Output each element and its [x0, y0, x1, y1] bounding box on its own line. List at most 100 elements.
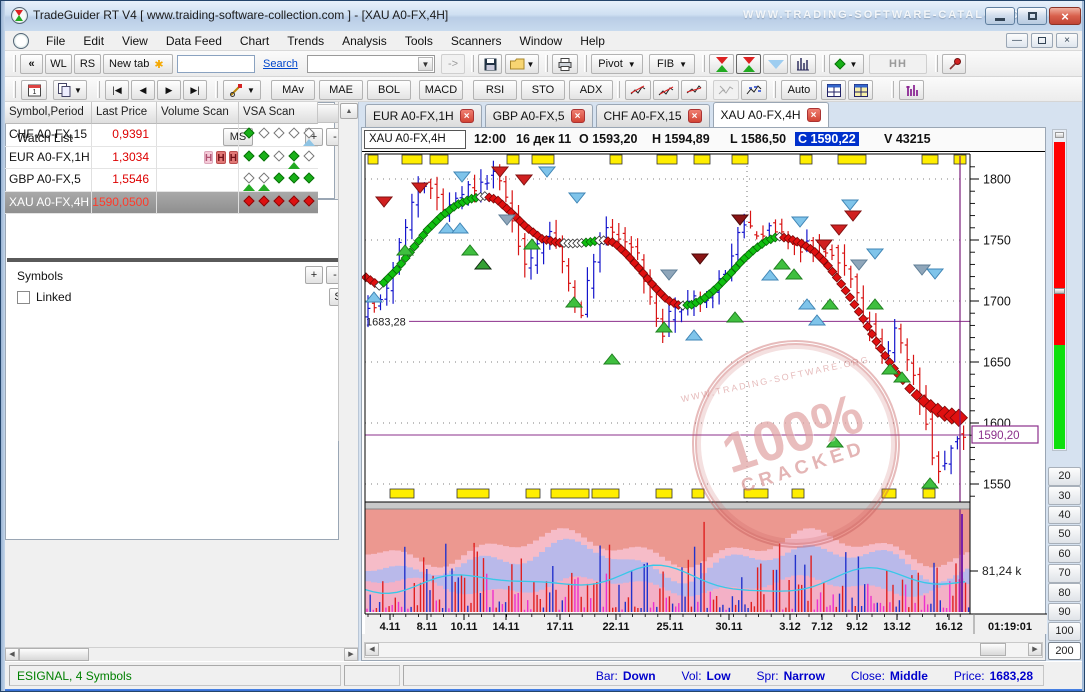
studies-settings-button[interactable]: ▼	[223, 80, 261, 100]
menu-item-edit[interactable]: Edit	[74, 32, 113, 50]
price-chart[interactable]: 1683,281800175017001650160015501590,2081…	[362, 152, 1047, 634]
grid-report-button[interactable]	[848, 80, 873, 100]
calendar-button[interactable]: 1	[21, 80, 47, 100]
indicator-macd-button[interactable]: MACD	[419, 80, 463, 100]
save-button[interactable]	[478, 54, 502, 74]
symbol-add-button[interactable]: +	[305, 266, 323, 284]
tab-close-icon[interactable]: ×	[688, 109, 702, 123]
collapse-panel-button[interactable]: «	[20, 54, 43, 74]
minimize-button[interactable]	[985, 7, 1015, 25]
copy-chart-button[interactable]: ▼	[53, 80, 87, 100]
bars-30-button[interactable]: 30	[1048, 486, 1081, 505]
histogram-tool-button[interactable]	[790, 54, 816, 74]
toolbar-grip[interactable]	[891, 81, 894, 98]
prev-bar-button[interactable]: ◀	[131, 80, 155, 100]
bars-50-button[interactable]: 50	[1048, 525, 1081, 544]
bars-200-button[interactable]: 200	[1048, 642, 1081, 661]
tab-chf-a0-fx-15[interactable]: CHF A0-FX,15×	[596, 104, 710, 127]
toolbar-grip[interactable]	[13, 81, 16, 98]
scrollbar-thumb[interactable]	[980, 643, 1006, 656]
mdi-close-button[interactable]: ×	[1056, 33, 1078, 48]
table-row[interactable]: CHF A0-FX,150,9391	[5, 124, 318, 147]
toolbar-grip[interactable]	[822, 55, 825, 72]
last-bar-button[interactable]: ▶|	[183, 80, 207, 100]
tab-close-icon[interactable]: ×	[571, 109, 585, 123]
watchlist-hscrollbar[interactable]: ◀ ▶	[5, 647, 358, 661]
fib-button[interactable]: FIB▼	[649, 54, 695, 74]
search-combobox[interactable]: ▼	[307, 55, 435, 73]
tab-gbp-a0-fx-5[interactable]: GBP A0-FX,5×	[485, 104, 593, 127]
toolbar-grip[interactable]	[471, 55, 474, 72]
new-tab-button[interactable]: New tab✱	[103, 54, 173, 74]
bars-100-button[interactable]: 100	[1048, 622, 1081, 641]
title-bar[interactable]: TradeGuider RT V4 [ www.traiding-softwar…	[1, 1, 1085, 31]
chart-symbol-box[interactable]: XAU A0-FX,4H	[364, 130, 466, 149]
restore-button[interactable]	[1017, 7, 1047, 25]
bars-70-button[interactable]: 70	[1048, 564, 1081, 583]
diamond-signal-button[interactable]: ▼	[829, 54, 864, 74]
menu-item-window[interactable]: Window	[511, 32, 572, 50]
bars-80-button[interactable]: 80	[1048, 583, 1081, 602]
table-row[interactable]: EUR A0-FX,1H1,3034HHH	[5, 147, 318, 170]
signals-flag-button[interactable]	[736, 54, 761, 74]
tab-eur-a0-fx-1h[interactable]: EUR A0-FX,1H×	[365, 104, 482, 127]
indicator-sto-button[interactable]: STO	[521, 80, 565, 100]
minor-signals-button[interactable]	[763, 54, 788, 74]
menu-item-data-feed[interactable]: Data Feed	[157, 32, 231, 50]
next-bar-button[interactable]: ▶	[157, 80, 181, 100]
chevron-down-icon[interactable]: ▼	[418, 57, 433, 71]
tab-xau-a0-fx-4h[interactable]: XAU A0-FX,4H×	[713, 102, 829, 127]
menu-item-file[interactable]: File	[37, 32, 74, 50]
app-menu-icon[interactable]	[13, 33, 29, 49]
trend-tool-1-button[interactable]	[625, 80, 651, 100]
scroll-left-icon[interactable]: ◀	[365, 643, 379, 656]
zigzag-tool-button[interactable]	[741, 80, 767, 100]
chart-hscrollbar[interactable]: ◀ ▶	[364, 642, 1043, 658]
signals-all-button[interactable]	[709, 54, 734, 74]
indicator-adx-button[interactable]: ADX	[569, 80, 613, 100]
table-vscrollbar[interactable]: ▲	[338, 102, 358, 441]
toolbar-grip[interactable]	[215, 81, 218, 98]
open-layout-button[interactable]: ▼	[505, 54, 539, 74]
trend-strength-bar[interactable]	[1052, 129, 1067, 451]
close-button[interactable]: ×	[1049, 7, 1081, 25]
bars-60-button[interactable]: 60	[1048, 545, 1081, 564]
column-header[interactable]: VSA Scan	[239, 102, 318, 124]
linked-checkbox[interactable]	[17, 291, 30, 304]
scroll-right-icon[interactable]: ▶	[1028, 643, 1042, 656]
hh-grid-button[interactable]: HH	[869, 54, 927, 74]
scroll-right-icon[interactable]: ▶	[344, 648, 358, 661]
trend-tool-3-button[interactable]	[681, 80, 707, 100]
toolbar-grip[interactable]	[702, 55, 705, 72]
menu-item-help[interactable]: Help	[571, 32, 614, 50]
bars-90-button[interactable]: 90	[1048, 603, 1081, 622]
trend-tool-2-button[interactable]	[653, 80, 679, 100]
indicator-rsi-button[interactable]: RSI	[473, 80, 517, 100]
grid-view-button[interactable]	[821, 80, 846, 100]
scrollbar-thumb[interactable]	[19, 648, 89, 661]
scale-handle[interactable]	[1055, 132, 1064, 138]
column-header[interactable]: Volume Scan	[157, 102, 239, 124]
trend-tool-disabled-button[interactable]	[713, 80, 739, 100]
wl-button[interactable]: WL	[45, 54, 72, 74]
menu-item-scanners[interactable]: Scanners	[442, 32, 511, 50]
toolbar-grip[interactable]	[584, 55, 587, 72]
auto-scale-button[interactable]: Auto	[781, 80, 817, 100]
go-button[interactable]: ->	[441, 54, 465, 74]
toolbar-grip[interactable]	[935, 55, 938, 72]
scroll-up-icon[interactable]: ▲	[340, 103, 358, 119]
mdi-minimize-button[interactable]: —	[1006, 33, 1028, 48]
toolbar-grip[interactable]	[97, 81, 100, 98]
table-row[interactable]: XAU A0-FX,4H1590,0500	[5, 192, 318, 215]
pivot-button[interactable]: Pivot▼	[591, 54, 643, 74]
column-header[interactable]: Symbol,Period	[5, 102, 92, 124]
toolbar-grip[interactable]	[545, 55, 548, 72]
menu-item-trends[interactable]: Trends	[278, 32, 333, 50]
menu-item-tools[interactable]: Tools	[396, 32, 442, 50]
tab-close-icon[interactable]: ×	[460, 109, 474, 123]
pin-annotation-button[interactable]	[942, 54, 966, 74]
panel-splitter[interactable]	[7, 258, 357, 262]
toolbar-grip[interactable]	[13, 55, 16, 72]
indicator-mav-button[interactable]: MAv	[271, 80, 315, 100]
menu-item-view[interactable]: View	[113, 32, 157, 50]
